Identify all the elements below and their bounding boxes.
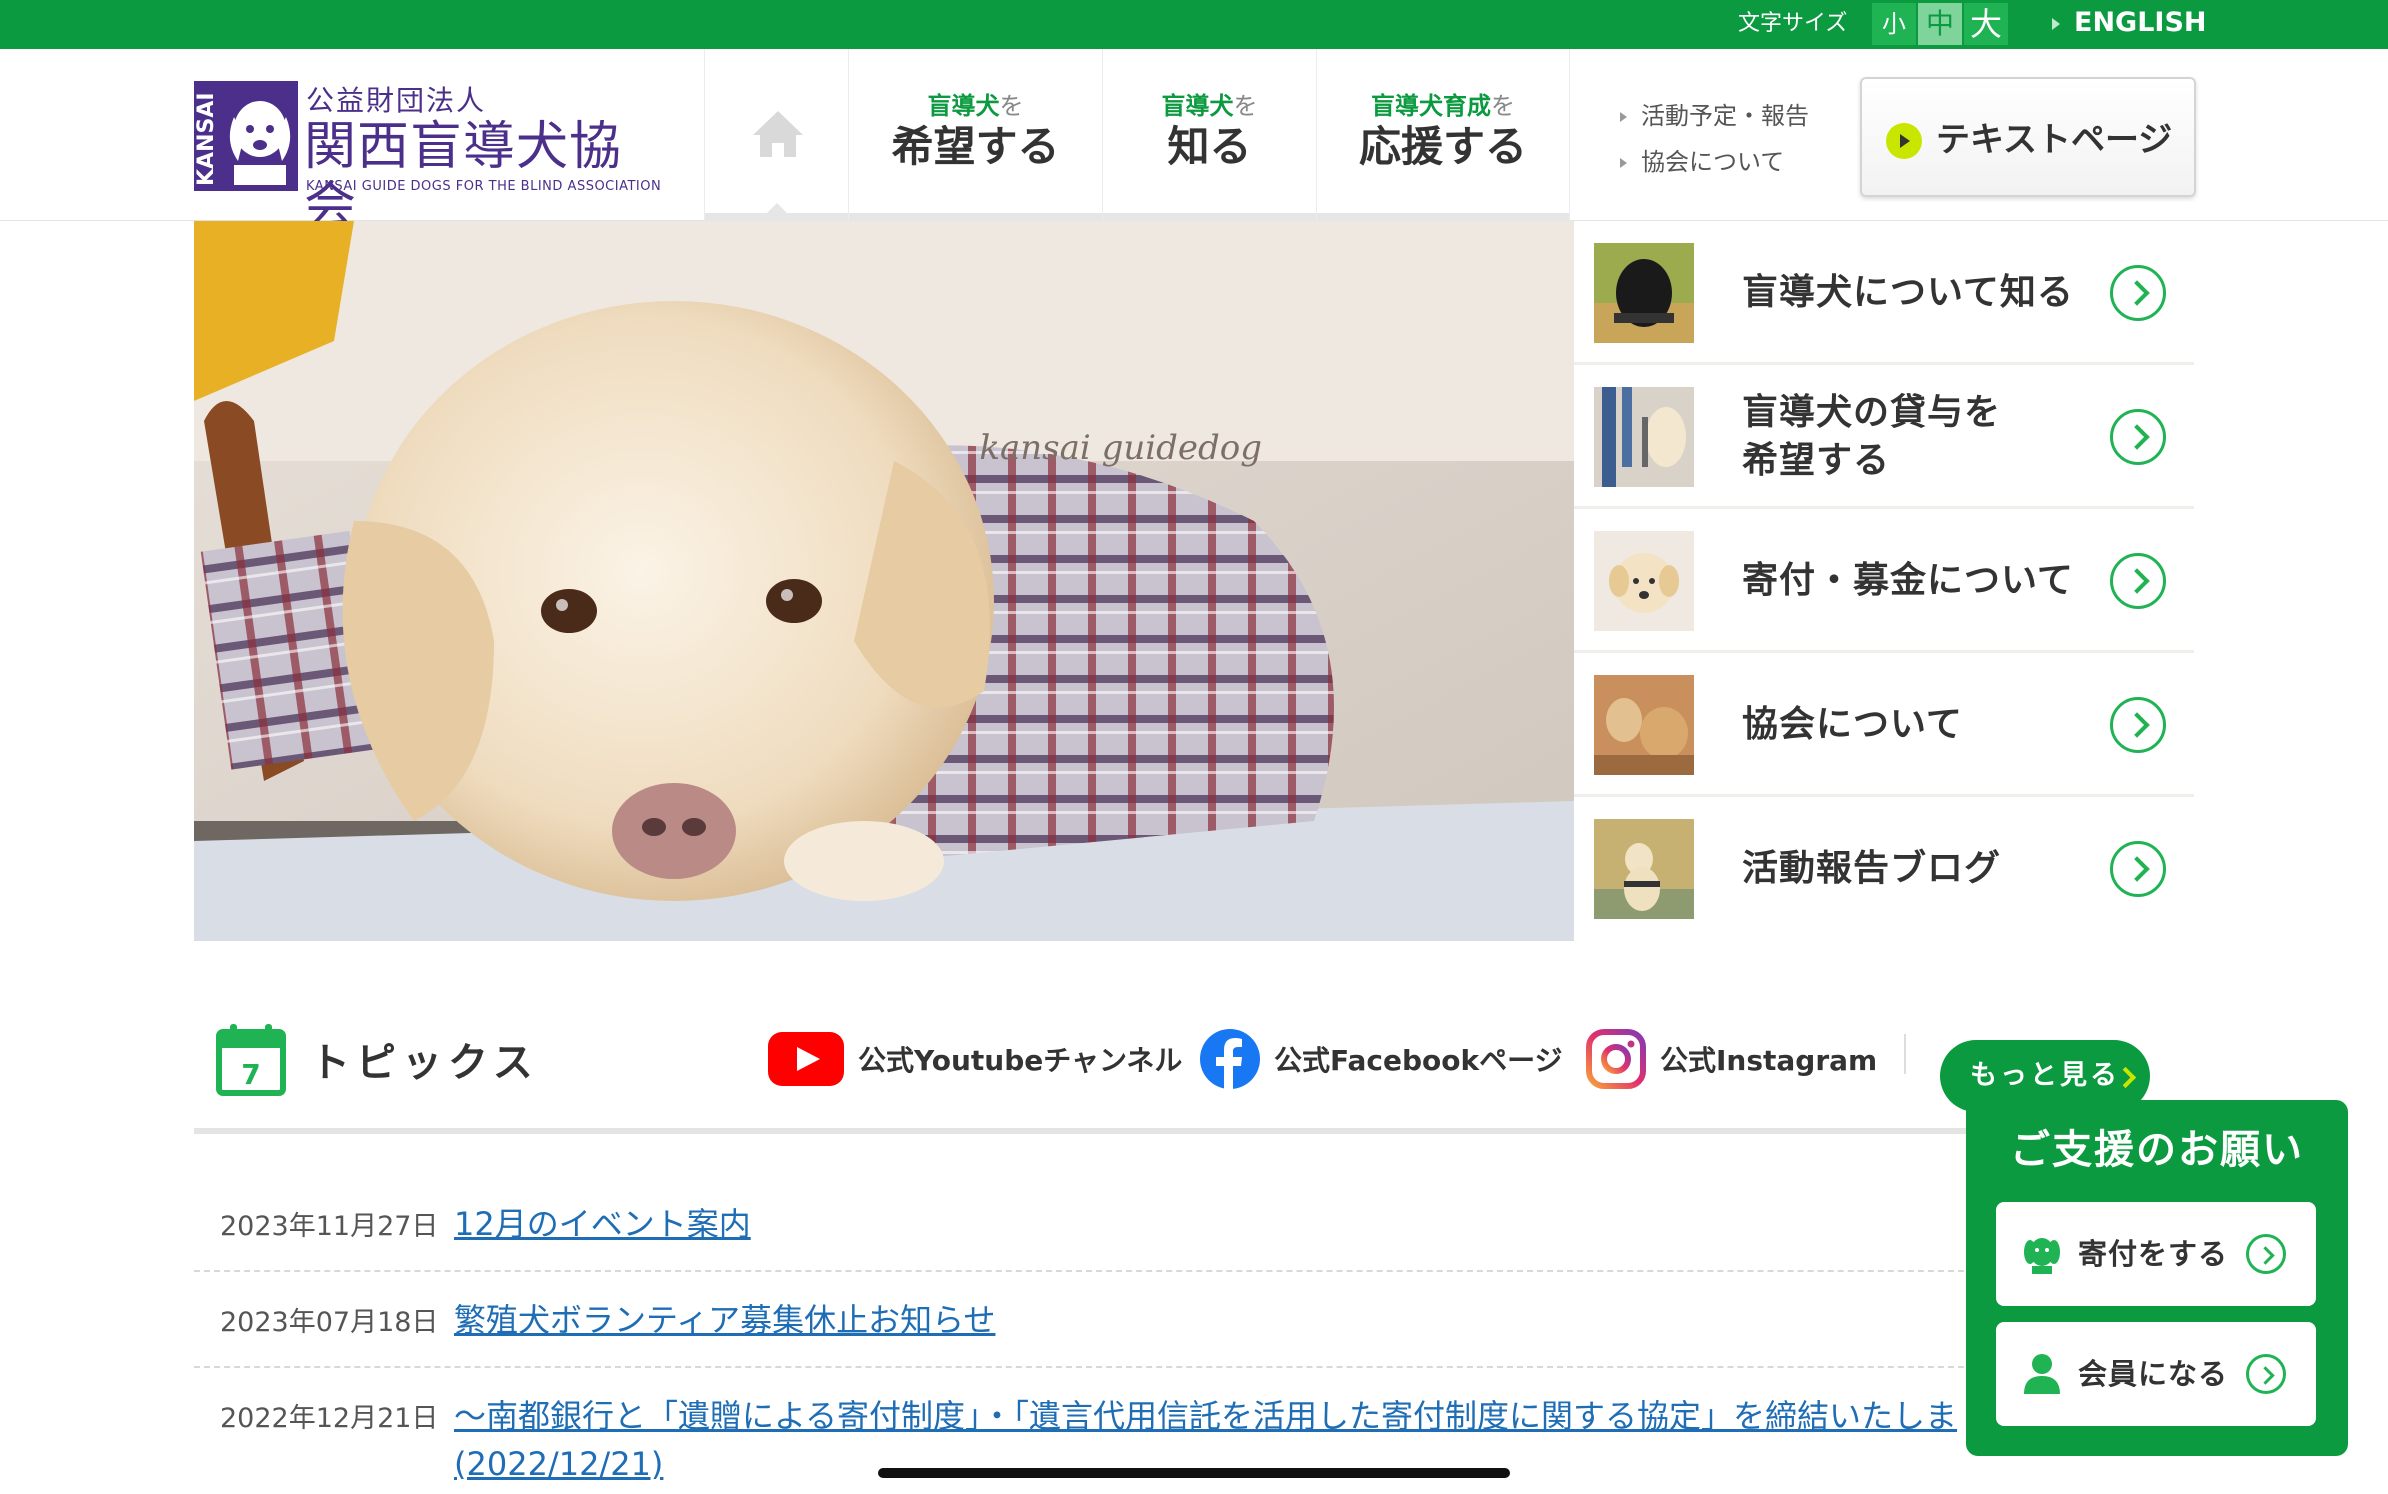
chevron-right-icon (2246, 1234, 2286, 1274)
menu-item-lending[interactable]: 盲導犬の貸与を 希望する (1574, 365, 2194, 509)
english-link[interactable]: ENGLISH (2052, 6, 2207, 40)
chevron-right-icon (2110, 553, 2166, 609)
youtube-icon (768, 1032, 844, 1086)
dog-icon (2024, 1238, 2060, 1274)
menu-item-learn[interactable]: 盲導犬について知る (1574, 221, 2194, 365)
news-date: 2022年12月21日 (220, 1403, 439, 1434)
menu-item-donation-label: 寄付・募金について (1742, 560, 2074, 601)
nav-support[interactable]: 盲導犬育成を 応援する (1316, 49, 1570, 221)
support-panel: ご支援のお願い 寄付をする 会員になる (1966, 1100, 2348, 1456)
hero-image: kansai guidedog (194, 221, 1574, 941)
nav-learn[interactable]: 盲導犬を 知る (1102, 49, 1316, 221)
topics-divider (1904, 1034, 1906, 1074)
facebook-icon (1200, 1029, 1260, 1089)
menu-thumb-puppy (1594, 531, 1694, 631)
nav-support-underline (1317, 213, 1569, 221)
menu-item-lending-label: 盲導犬の貸与を 希望する (1742, 392, 2002, 481)
side-menu: 盲導犬について知る 盲導犬の貸与を 希望する 寄付・募金について 協会について … (1574, 221, 2194, 941)
nav-home[interactable] (704, 49, 848, 221)
hero-watermark: kansai guidedog (979, 428, 1262, 468)
menu-item-donation[interactable]: 寄付・募金について (1574, 509, 2194, 653)
logo-english-name: KANSAI GUIDE DOGS FOR THE BLIND ASSOCIAT… (306, 179, 662, 194)
chevron-right-icon (2110, 697, 2166, 753)
become-member-button[interactable]: 会員になる (1996, 1322, 2316, 1426)
site-header: KANSAI 公益財団法人 関西盲導犬協会 KANSAI GUIDE DOGS … (0, 49, 2388, 237)
menu-item-blog[interactable]: 活動報告ブログ (1574, 797, 2194, 941)
nav-apply[interactable]: 盲導犬を 希望する (848, 49, 1102, 221)
donate-button-label: 寄付をする (2078, 1237, 2229, 1271)
text-page-button[interactable]: テキストページ (1860, 77, 2196, 197)
news-link-line2: (2022/12/21) (454, 1445, 664, 1483)
menu-item-about[interactable]: 協会について (1574, 653, 2194, 797)
menu-thumb-black-dog (1594, 243, 1694, 343)
nav-apply-underline (849, 213, 1102, 221)
news-date: 2023年07月18日 (220, 1307, 439, 1338)
menu-thumb-walking-dog (1594, 387, 1694, 487)
donate-button[interactable]: 寄付をする (1996, 1202, 2316, 1306)
triangle-right-icon (2052, 17, 2060, 30)
nav-apply-label: 希望する (891, 122, 1060, 171)
news-link[interactable]: 12月のイベント案内 (454, 1200, 751, 1248)
nav-learn-sub: 盲導犬を (1161, 92, 1258, 120)
chevron-right-icon (2110, 265, 2166, 321)
calendar-icon: 7 (216, 1024, 286, 1096)
chevron-right-icon (2110, 409, 2166, 465)
nav-home-pointer (767, 203, 787, 213)
sublink-activities[interactable]: 活動予定・報告 (1620, 93, 1809, 139)
font-size-label: 文字サイズ (1738, 11, 1848, 36)
home-icon (753, 111, 803, 157)
logo-side-text: KANSAI (194, 92, 219, 186)
chevron-right-icon (2246, 1354, 2286, 1394)
youtube-link-label: 公式Youtubeチャンネル (858, 1044, 1183, 1077)
support-title: ご支援のお願い (2010, 1127, 2304, 1173)
news-item: 2023年07月18日 繁殖犬ボランティア募集休止お知らせ (194, 1272, 1974, 1368)
facebook-link-label: 公式Facebookページ (1274, 1044, 1563, 1077)
become-member-label: 会員になる (2078, 1357, 2229, 1391)
calendar-day: 7 (241, 1058, 260, 1091)
logo-name: 関西盲導犬協会 (304, 117, 623, 237)
site-logo[interactable]: KANSAI 公益財団法人 関西盲導犬協会 KANSAI GUIDE DOGS … (194, 81, 674, 237)
instagram-link[interactable]: 公式Instagram (1586, 1024, 1877, 1094)
dog-logo-icon: KANSAI (194, 81, 298, 191)
sublink-about[interactable]: 協会について (1620, 139, 1809, 185)
menu-thumb-sitting-dog (1594, 819, 1694, 919)
youtube-link[interactable]: 公式Youtubeチャンネル (768, 1024, 1182, 1094)
nav-apply-sub: 盲導犬を (927, 92, 1024, 120)
menu-item-learn-label: 盲導犬について知る (1742, 272, 2074, 313)
menu-thumb-two-dogs (1594, 675, 1694, 775)
news-link[interactable]: 繁殖犬ボランティア募集休止お知らせ (454, 1296, 995, 1344)
nav-learn-underline (1103, 213, 1316, 221)
header-sublinks: 活動予定・報告 協会について (1620, 93, 1809, 185)
chevron-right-icon (2110, 841, 2166, 897)
facebook-link[interactable]: 公式Facebookページ (1200, 1024, 1563, 1094)
person-icon (2024, 1354, 2060, 1394)
nav-support-label: 応援する (1358, 122, 1527, 171)
font-size-small-button[interactable]: 小 (1872, 3, 1916, 45)
nav-home-underline (705, 213, 848, 221)
topics-rule (194, 1128, 1974, 1134)
text-page-label: テキストページ (1936, 120, 2173, 160)
guide-dog-photo: kansai guidedog (194, 221, 1574, 941)
menu-item-about-label: 協会について (1742, 704, 1963, 745)
home-indicator (878, 1468, 1510, 1478)
nav-support-sub: 盲導犬育成を (1371, 92, 1515, 120)
topics-title: トピックス (310, 1040, 539, 1086)
play-icon (1886, 123, 1922, 159)
news-item: 2023年11月27日 12月のイベント案内 (194, 1176, 1974, 1272)
english-link-label: ENGLISH (2074, 7, 2207, 38)
instagram-icon (1586, 1029, 1646, 1089)
font-size-large-button[interactable]: 大 (1964, 3, 2008, 45)
menu-item-blog-label: 活動報告ブログ (1742, 848, 2002, 889)
nav-learn-label: 知る (1167, 122, 1252, 171)
top-utility-bar: 文字サイズ 小 中 大 ENGLISH (0, 0, 2388, 49)
logo-corp-type: 公益財団法人 (306, 84, 487, 117)
news-date: 2023年11月27日 (220, 1211, 439, 1242)
font-size-medium-button[interactable]: 中 (1918, 3, 1962, 45)
news-link-line1: 〜南都銀行と「遺贈による寄付制度」・「遺言代用信託を活用した寄付制度に関する協定… (454, 1397, 1958, 1435)
instagram-link-label: 公式Instagram (1660, 1044, 1878, 1077)
